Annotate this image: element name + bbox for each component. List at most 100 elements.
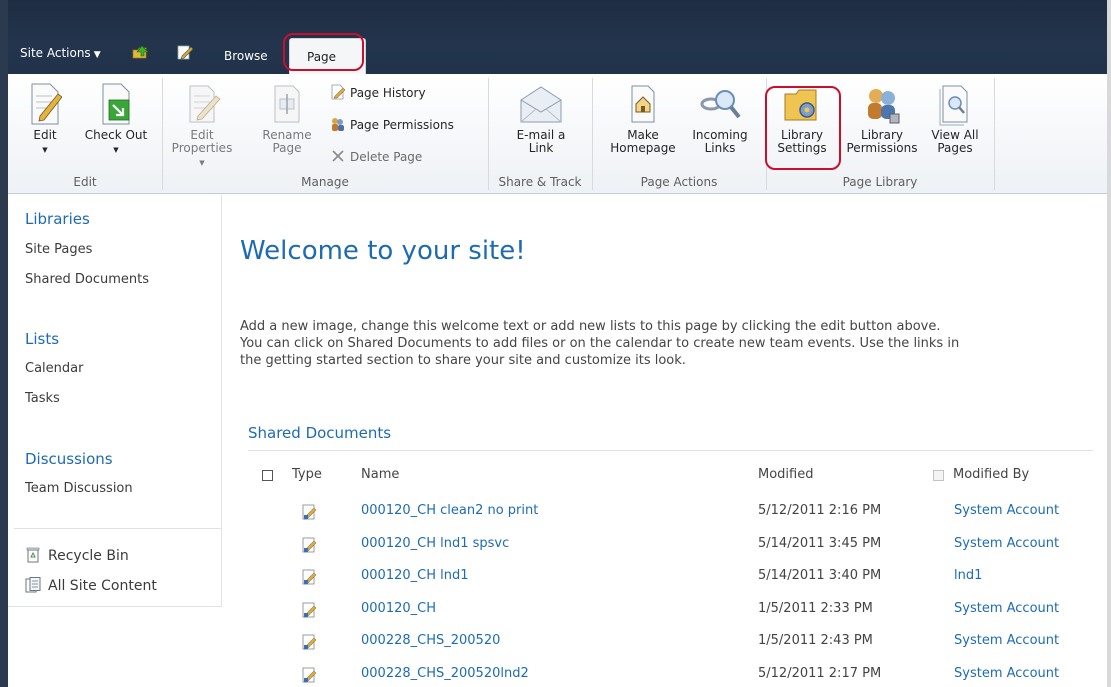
modified-date: 1/5/2011 2:43 PM: [758, 633, 873, 648]
make-homepage-button[interactable]: Make Homepage: [600, 82, 686, 155]
email-link-label-2: Link: [528, 141, 554, 155]
welcome-text: Add a new image, change this welcome tex…: [240, 318, 1106, 369]
document-name-link[interactable]: 000120_CH: [361, 601, 436, 616]
document-name-link[interactable]: 000120_CH clean2 no print: [361, 503, 538, 518]
check-out-label: Check Out: [84, 128, 148, 142]
modified-date: 5/12/2011 2:16 PM: [758, 503, 882, 518]
library-permissions-icon: [868, 89, 900, 124]
edit-page-icon[interactable]: [176, 44, 194, 60]
web-part-title[interactable]: Shared Documents: [248, 424, 391, 442]
view-all-pages-label-2: Pages: [937, 141, 973, 155]
make-homepage-label-2: Homepage: [610, 141, 676, 155]
modified-by-link[interactable]: System Account: [954, 536, 1059, 551]
email-icon: [520, 86, 562, 123]
library-permissions-label-2: Permissions: [846, 141, 918, 155]
group-divider: [592, 78, 593, 190]
document-icon[interactable]: [301, 667, 317, 683]
group-label-share-track: Share & Track: [498, 175, 582, 189]
welcome-line: You can click on Shared Documents to add…: [240, 336, 960, 351]
delete-icon: [332, 150, 344, 162]
rename-page-label-2: Page: [272, 141, 302, 155]
delete-page-button[interactable]: Delete Page: [330, 148, 422, 164]
welcome-line: the getting started section to share you…: [240, 353, 686, 368]
library-permissions-button[interactable]: Library Permissions: [842, 84, 922, 155]
document-name-link[interactable]: 000120_CH lnd1 spsvc: [361, 536, 509, 551]
welcome-line: Add a new image, change this welcome tex…: [240, 319, 941, 334]
edit-properties-button[interactable]: Edit Properties ▼: [170, 82, 234, 170]
delete-page-label: Delete Page: [350, 150, 423, 164]
navigate-up-icon[interactable]: [132, 44, 150, 60]
column-header-modified-by[interactable]: Modified By: [953, 467, 1029, 482]
page-permissions-icon: [332, 118, 344, 131]
nav-item-team-discussion[interactable]: Team Discussion: [25, 481, 133, 496]
modified-by-link[interactable]: System Account: [954, 666, 1059, 681]
page-title: Welcome to your site!: [240, 236, 526, 266]
page-history-icon: [331, 84, 346, 100]
modified-by-link[interactable]: System Account: [954, 601, 1059, 616]
edit-button[interactable]: Edit ▼: [24, 82, 66, 157]
incoming-links-button[interactable]: Incoming Links: [684, 84, 756, 155]
dropdown-arrow-icon: ▼: [42, 146, 48, 154]
dropdown-arrow-icon: ▼: [113, 146, 119, 154]
check-out-icon: [102, 83, 130, 125]
page-permissions-button[interactable]: Page Permissions: [330, 116, 454, 132]
incoming-links-icon: [700, 90, 741, 119]
document-name-link[interactable]: 000120_CH lnd1: [361, 568, 469, 583]
group-label-page-actions: Page Actions: [640, 175, 718, 189]
document-icon[interactable]: [301, 569, 317, 585]
edit-button-label: Edit: [33, 128, 57, 142]
table-row: 000228_CHS_200520lnd2 5/12/2011 2:17 PM Sy…: [0, 661, 1111, 687]
document-name-link[interactable]: 000228_CHS_200520: [361, 633, 500, 648]
site-actions-menu[interactable]: Site Actions ▼: [20, 46, 101, 60]
table-row: 000120_CH lnd1 5/14/2011 3:40 PM lnd1: [0, 563, 1111, 596]
column-header-modified[interactable]: Modified: [758, 467, 813, 482]
document-icon[interactable]: [301, 537, 317, 553]
view-all-pages-button[interactable]: View All Pages: [924, 84, 986, 155]
nav-heading-lists[interactable]: Lists: [25, 330, 59, 348]
modified-by-link[interactable]: System Account: [954, 633, 1059, 648]
incoming-links-label-2: Links: [704, 141, 736, 155]
rename-page-icon: [274, 85, 300, 123]
table-row: 000120_CH clean2 no print 5/12/2011 2:16 …: [0, 498, 1111, 531]
table-row: 000120_CH lnd1 spsvc 5/14/2011 3:45 PM Sys…: [0, 531, 1111, 564]
nav-item-calendar[interactable]: Calendar: [25, 361, 83, 376]
group-divider: [994, 78, 995, 190]
group-divider: [488, 78, 489, 190]
document-icon[interactable]: [301, 634, 317, 650]
modified-date: 5/14/2011 3:40 PM: [758, 568, 882, 583]
check-out-button[interactable]: Check Out ▼: [78, 82, 154, 157]
edit-properties-label-2-text: Properties: [171, 141, 233, 155]
column-header-name[interactable]: Name: [361, 467, 399, 482]
modified-date: 1/5/2011 2:33 PM: [758, 601, 873, 616]
table-row: 000120_CH 1/5/2011 2:33 PM System Account: [0, 596, 1111, 629]
page-history-button[interactable]: Page History: [330, 84, 426, 100]
document-icon[interactable]: [301, 504, 317, 520]
nav-item-site-pages[interactable]: Site Pages: [25, 242, 92, 257]
site-actions-label: Site Actions: [20, 46, 91, 60]
select-all-checkbox[interactable]: [262, 470, 273, 481]
document-name-link[interactable]: 000228_CHS_200520lnd2: [361, 666, 529, 681]
chevron-down-icon: ▼: [93, 50, 101, 60]
modified-by-link[interactable]: lnd1: [954, 568, 982, 583]
document-icon[interactable]: [301, 602, 317, 618]
table-row: 000228_CHS_200520 1/5/2011 2:43 PM System …: [0, 628, 1111, 661]
modified-date: 5/12/2011 2:17 PM: [758, 666, 882, 681]
nav-heading-libraries[interactable]: Libraries: [25, 210, 90, 228]
nav-item-tasks[interactable]: Tasks: [25, 391, 60, 406]
homepage-icon: [631, 85, 655, 123]
email-link-button[interactable]: E-mail a Link: [506, 84, 576, 155]
modified-by-link[interactable]: System Account: [954, 503, 1059, 518]
dropdown-arrow-icon: ▼: [199, 159, 205, 167]
edit-properties-icon: [189, 85, 221, 123]
edit-properties-label-2: Properties ▼: [170, 142, 234, 170]
modified-by-filter-checkbox[interactable]: [933, 470, 944, 481]
page-permissions-label: Page Permissions: [350, 118, 454, 132]
modified-date: 5/14/2011 3:45 PM: [758, 536, 882, 551]
tab-browse[interactable]: Browse: [224, 49, 268, 63]
column-header-type[interactable]: Type: [292, 467, 322, 482]
nav-item-shared-documents[interactable]: Shared Documents: [25, 272, 149, 287]
nav-heading-discussions[interactable]: Discussions: [25, 450, 113, 468]
rename-page-button[interactable]: Rename Page: [256, 82, 318, 155]
page-history-label: Page History: [350, 86, 426, 100]
highlight-ring: [283, 33, 364, 71]
